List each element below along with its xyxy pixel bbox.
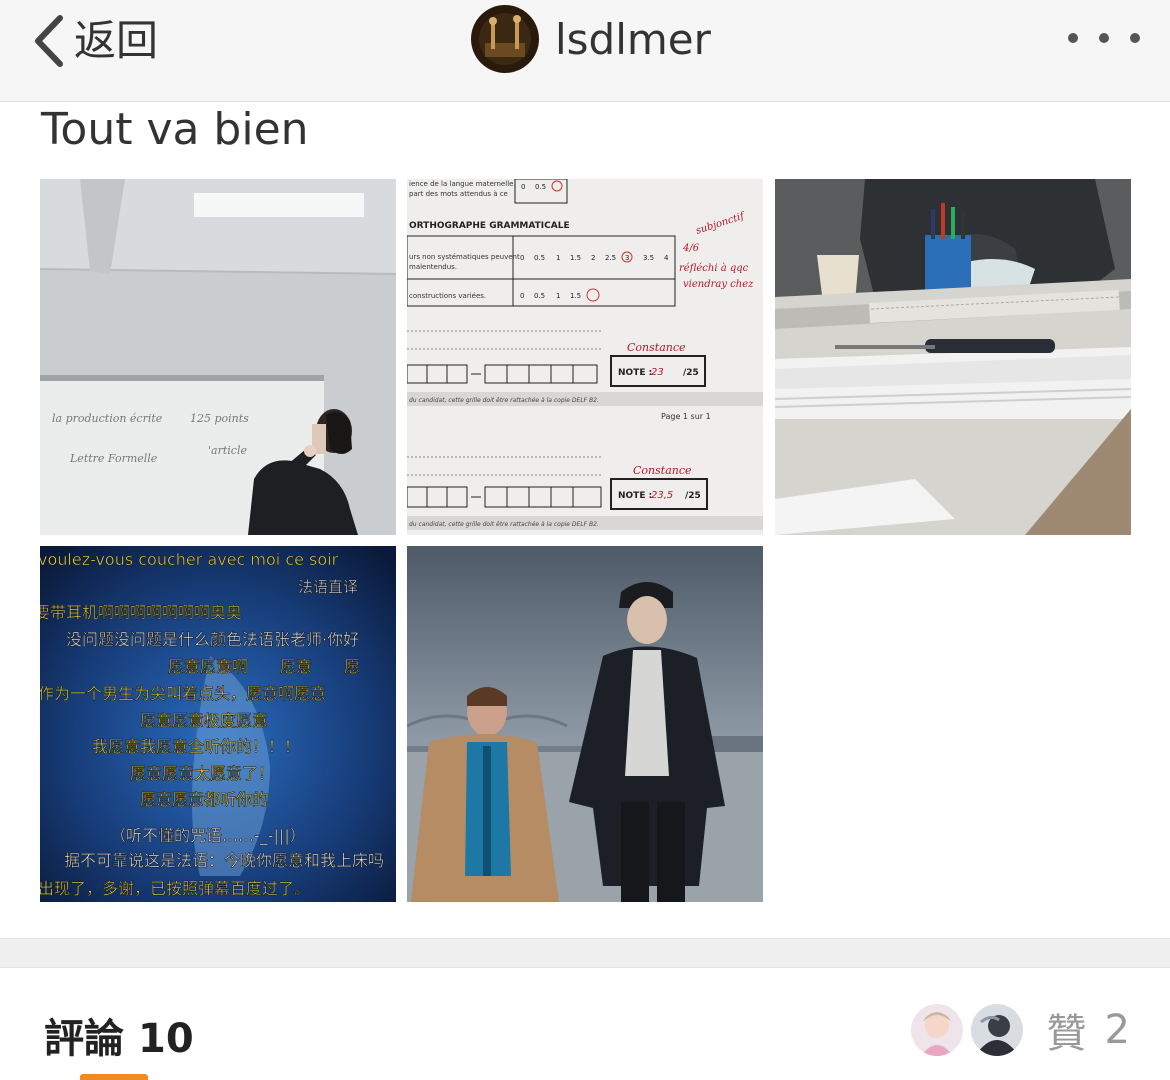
sheet-text: malentendus.: [409, 263, 457, 271]
sheet-text: part des mots attendus à ce: [409, 190, 508, 198]
post-image-whiteboard[interactable]: la production écrite 125 points Lettre F…: [40, 179, 396, 535]
note-total: /25: [683, 368, 699, 378]
user-avatar[interactable]: [471, 5, 539, 73]
bullet-comment: 要带耳机啊啊啊啊啊啊啊奥奥: [40, 603, 242, 622]
score-cell: 3.5: [643, 254, 654, 262]
bullet-comment: 没问题没问题是什么颜色法语张老师·你好: [66, 630, 359, 649]
bullet-comment: 愿意愿意极度愿意: [140, 711, 268, 730]
svg-text:0.5: 0.5: [535, 183, 546, 191]
bullet-comment: 愿意愿意都听你的: [140, 790, 268, 809]
handwritten-note: viendray chez: [683, 279, 754, 290]
score-cell: 3: [625, 254, 629, 262]
handwritten-note: réfléchi à qqc: [679, 263, 749, 274]
svg-text:0.5: 0.5: [534, 292, 545, 300]
back-label: 返回: [74, 16, 159, 65]
dot-icon: [1130, 33, 1140, 43]
bullet-comment: 愿意愿意太愿意了！: [130, 764, 274, 783]
svg-text:1.5: 1.5: [570, 292, 581, 300]
whiteboard-text: la production écrite: [52, 412, 163, 425]
bullet-comment: 愿意愿意啊 愿意 愿: [168, 657, 360, 676]
handwritten-name: Constance: [633, 464, 692, 477]
bullet-comment: voulez-vous coucher avec moi ce soir: [40, 550, 339, 569]
score-cell: 1: [556, 254, 560, 262]
svg-text:0: 0: [520, 292, 524, 300]
bullet-comment: （听不懂的咒语……-_-|||）: [110, 826, 306, 846]
bullet-comment: 作为一个男生为尖叫着点头，愿意啊愿意: [40, 684, 326, 703]
user-profile-link[interactable]: lsdlmer: [471, 5, 711, 73]
section-divider: [0, 938, 1170, 968]
post-image-exam-sheet[interactable]: ience de la langue maternelle. part des …: [407, 179, 763, 535]
score-cell: 2.5: [605, 254, 616, 262]
liker-avatar[interactable]: [910, 1004, 963, 1056]
note-value: 23,5: [651, 490, 673, 501]
score-cell: 2: [591, 254, 595, 262]
whiteboard-text: 125 points: [190, 412, 249, 425]
comments-tab[interactable]: 評論 10: [44, 1006, 194, 1064]
sheet-text: constructions variées.: [409, 292, 486, 300]
sheet-footer: du candidat, cette grille doit être ratt…: [409, 397, 599, 404]
bullet-comment: 据不可靠说这是法语：今晚你愿意和我上床吗: [64, 851, 384, 870]
dot-icon: [1099, 33, 1109, 43]
svg-text:1: 1: [556, 292, 560, 300]
username[interactable]: lsdlmer: [555, 15, 711, 64]
likes-section[interactable]: 贊 2: [903, 1003, 1130, 1057]
top-nav-bar: 返回 lsdlmer: [0, 0, 1170, 102]
handwritten-name: Constance: [627, 341, 686, 354]
bullet-comment: 法语直译: [298, 578, 358, 596]
likes-label: 贊: [1046, 1011, 1087, 1057]
comments-label: 評論: [44, 1016, 124, 1062]
sheet-section-title: ORTHOGRAPHE GRAMMATICALE: [409, 221, 570, 231]
post-text: Tout va bien: [41, 104, 309, 155]
back-button[interactable]: 返回: [30, 12, 158, 70]
whiteboard-text: Lettre Formelle: [69, 452, 158, 465]
active-tab-indicator: [80, 1074, 148, 1080]
likes-count: 2: [1104, 1007, 1130, 1053]
score-cell: 1.5: [570, 254, 581, 262]
liker-avatar[interactable]: [970, 1004, 1023, 1056]
post-image-desk[interactable]: [775, 179, 1131, 535]
comments-count: 10: [138, 1016, 194, 1062]
note-value: 23: [651, 367, 664, 378]
score-cell: 0: [520, 254, 524, 262]
score-cell: 0.5: [534, 254, 545, 262]
sheet-page: Page 1 sur 1: [661, 412, 711, 421]
post-image-movie-still[interactable]: [407, 546, 763, 902]
note-total: /25: [685, 491, 701, 501]
bullet-comment: 出现了，多谢，已按照弹幕百度过了。: [40, 879, 310, 898]
bullet-comment: 我愿意我愿意全听你的！！！: [92, 737, 300, 756]
sheet-text: ience de la langue maternelle.: [409, 180, 516, 188]
whiteboard-text: 'article: [208, 444, 247, 457]
score-cell: 4: [664, 254, 669, 262]
note-label: NOTE :: [618, 368, 652, 378]
svg-text:0: 0: [521, 183, 525, 191]
sheet-footer: du candidat, cette grille doit être ratt…: [409, 521, 599, 528]
post-image-bullet-comments[interactable]: voulez-vous coucher avec moi ce soir 法语直…: [40, 546, 396, 902]
chevron-left-icon: [35, 15, 63, 67]
more-options-button[interactable]: [1068, 18, 1140, 58]
dot-icon: [1068, 33, 1078, 43]
note-label: NOTE :: [618, 491, 652, 501]
handwritten-note: 4/6: [682, 243, 700, 254]
sheet-text: urs non systématiques peuvent: [409, 253, 520, 261]
